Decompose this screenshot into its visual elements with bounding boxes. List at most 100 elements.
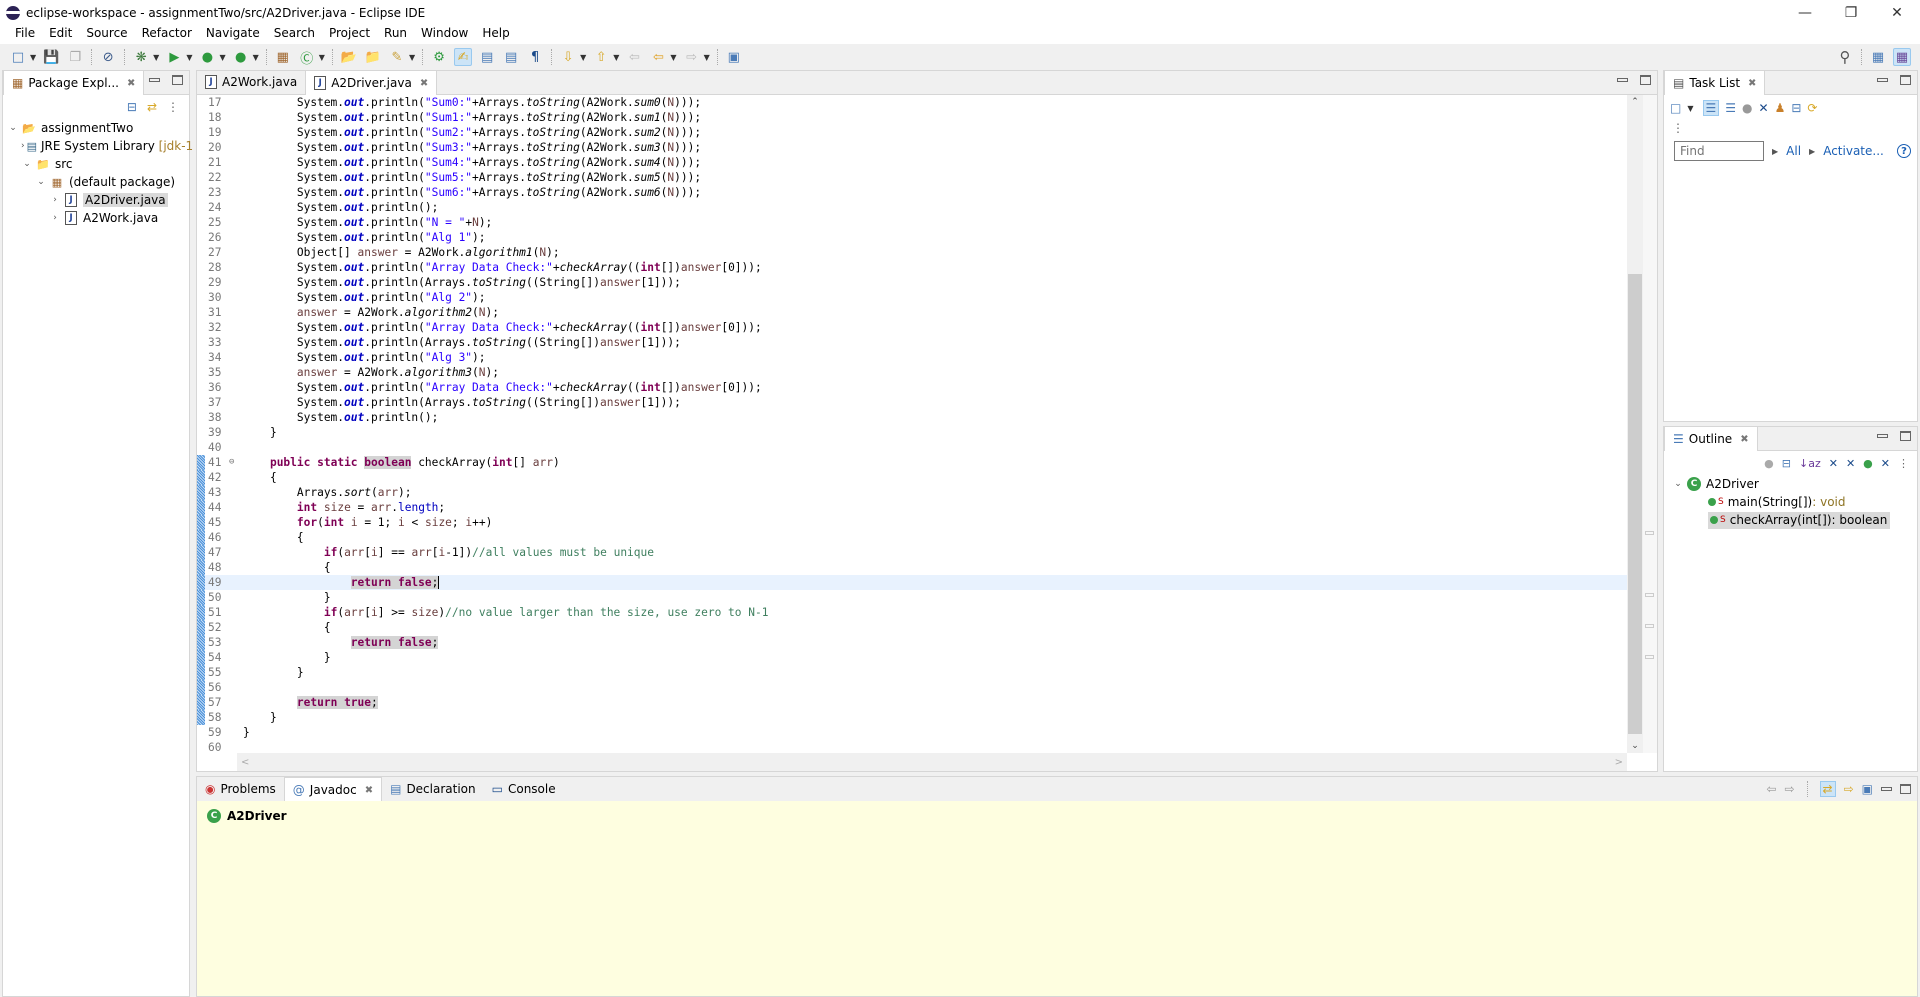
code-text[interactable]: return true; [239, 695, 378, 710]
save-icon[interactable]: 💾 [42, 48, 60, 66]
synchronize-icon[interactable]: ● [1742, 101, 1752, 115]
new-java-class-icon[interactable]: Ⓒ [298, 48, 316, 67]
open-perspective-icon[interactable]: ▦ [1869, 48, 1887, 66]
code-line[interactable]: 58 } [197, 710, 1627, 725]
save-all-icon[interactable]: ❐ [66, 48, 84, 66]
scroll-right-icon[interactable]: > [1615, 757, 1623, 768]
code-line[interactable]: 49 return false; [197, 575, 1627, 590]
code-line[interactable]: 39 } [197, 425, 1627, 440]
code-editor[interactable]: 17 System.out.println("Sum0:"+Arrays.toS… [197, 95, 1627, 753]
prev-annotation-dropdown[interactable]: ▼ [613, 53, 619, 62]
tab-task-list[interactable]: ▤ Task List ✖ [1664, 70, 1766, 95]
mark-occurrences-icon[interactable]: ✍ [454, 48, 473, 66]
fold-collapse-icon[interactable]: ⊖ [229, 455, 239, 470]
tree-item-a2work[interactable]: › J A2Work.java [3, 209, 189, 227]
code-text[interactable] [239, 680, 243, 695]
code-line[interactable]: 59} [197, 725, 1627, 740]
tab-problems[interactable]: ◉ Problems [197, 777, 284, 801]
maximize-view-button[interactable] [1900, 75, 1911, 85]
run-external-tools-icon[interactable]: ● [232, 48, 250, 66]
back-icon[interactable]: ⇦ [1766, 782, 1776, 796]
tab-a2driver[interactable]: J A2Driver.java ✖ [305, 70, 438, 95]
code-text[interactable]: } [239, 590, 331, 605]
code-text[interactable]: System.out.println(); [239, 410, 438, 425]
tab-console[interactable]: ▭ Console [484, 777, 564, 801]
back-dropdown[interactable]: ▼ [670, 53, 676, 62]
hide-completed-icon[interactable]: ✕ [1759, 101, 1769, 115]
collapse-all-icon[interactable]: ⊟ [1782, 457, 1791, 470]
code-line[interactable]: 24 System.out.println(); [197, 200, 1627, 215]
menu-search[interactable]: Search [267, 26, 322, 40]
code-line[interactable]: 29 System.out.println(Arrays.toString((S… [197, 275, 1627, 290]
run-dropdown[interactable]: ▼ [186, 53, 192, 62]
code-line[interactable]: 38 System.out.println(); [197, 410, 1627, 425]
scroll-up-icon[interactable]: ⌃ [1627, 97, 1643, 107]
scrollbar-thumb[interactable] [1628, 274, 1642, 734]
menu-file[interactable]: File [8, 26, 42, 40]
code-text[interactable]: { [239, 560, 331, 575]
minimize-view-button[interactable] [1877, 434, 1888, 438]
collapse-all-icon[interactable]: ⊟ [1791, 101, 1801, 115]
code-line[interactable]: 27 Object[] answer = A2Work.algorithm1(N… [197, 245, 1627, 260]
java-perspective-icon[interactable]: ▦ [1893, 48, 1911, 66]
maximize-view-button[interactable] [1900, 431, 1911, 441]
back-icon[interactable]: ⇦ [649, 48, 667, 66]
scroll-left-icon[interactable]: < [241, 757, 249, 768]
close-icon[interactable]: ✖ [365, 785, 373, 796]
pin-editor-icon[interactable]: ▣ [725, 48, 743, 66]
open-input-icon[interactable]: ⇨ [1844, 782, 1854, 796]
code-text[interactable]: if(arr[i] == arr[i-1])//all values must … [239, 545, 654, 560]
menu-navigate[interactable]: Navigate [199, 26, 267, 40]
code-text[interactable]: { [239, 470, 277, 485]
code-line[interactable]: 40 [197, 440, 1627, 455]
new-task-icon[interactable]: □ [1670, 101, 1681, 115]
maximize-view-button[interactable] [172, 75, 183, 85]
code-text[interactable]: answer = A2Work.algorithm3(N); [239, 365, 499, 380]
code-text[interactable]: System.out.println("Alg 3"); [239, 350, 486, 365]
code-line[interactable]: 21 System.out.println("Sum4:"+Arrays.toS… [197, 155, 1627, 170]
view-menu-icon[interactable]: ⋮ [1664, 121, 1917, 137]
menu-help[interactable]: Help [475, 26, 516, 40]
coverage-icon[interactable]: ● [198, 48, 216, 66]
code-text[interactable]: System.out.println("N = "+N); [239, 215, 492, 230]
code-line[interactable]: 47 if(arr[i] == arr[i-1])//all values mu… [197, 545, 1627, 560]
code-line[interactable]: 25 System.out.println("N = "+N); [197, 215, 1627, 230]
show-my-tasks-icon[interactable]: ♟ [1775, 101, 1786, 115]
scheduled-icon[interactable]: ☰ [1725, 101, 1736, 115]
horizontal-scrollbar[interactable]: < > [237, 753, 1627, 771]
code-line[interactable]: 46 { [197, 530, 1627, 545]
chevron-down-icon[interactable]: ⌄ [7, 123, 19, 133]
code-line[interactable]: 18 System.out.println("Sum1:"+Arrays.toS… [197, 110, 1627, 125]
link-with-editor-icon[interactable]: ⇄ [147, 100, 157, 114]
code-line[interactable]: 54 } [197, 650, 1627, 665]
hide-non-public-icon[interactable]: ● [1863, 457, 1873, 470]
code-line[interactable]: 17 System.out.println("Sum0:"+Arrays.toS… [197, 95, 1627, 110]
outline-method-checkarray[interactable]: S checkArray(int[]) : boolean [1664, 511, 1917, 529]
code-text[interactable]: System.out.println(); [239, 200, 438, 215]
new-icon[interactable]: □ [9, 48, 27, 66]
sort-icon[interactable]: ↓az [1799, 457, 1821, 470]
prev-annotation-icon[interactable]: ⇧ [592, 48, 610, 66]
code-text[interactable]: System.out.println("Array Data Check:"+c… [239, 260, 762, 275]
new-task-dropdown[interactable]: ▼ [1687, 104, 1693, 113]
code-line[interactable]: 34 System.out.println("Alg 3"); [197, 350, 1627, 365]
forward-icon[interactable]: ⇨ [683, 48, 701, 66]
code-line[interactable]: 33 System.out.println(Arrays.toString((S… [197, 335, 1627, 350]
chevron-right-icon[interactable]: › [21, 141, 25, 151]
code-line[interactable]: 23 System.out.println("Sum6:"+Arrays.toS… [197, 185, 1627, 200]
tab-outline[interactable]: ☰ Outline ✖ [1664, 426, 1758, 451]
code-text[interactable]: System.out.println("Sum6:"+Arrays.toStri… [239, 185, 701, 200]
search-flashlight-icon[interactable]: ✎ [388, 48, 406, 66]
tab-package-explorer[interactable]: ▦ Package Expl... ✖ [3, 70, 145, 95]
code-text[interactable]: System.out.println(Arrays.toString((Stri… [239, 275, 681, 290]
code-text[interactable]: } [239, 425, 277, 440]
tab-javadoc[interactable]: @ Javadoc ✖ [283, 777, 383, 802]
external-tools-dropdown[interactable]: ▼ [253, 53, 259, 62]
tree-item-src[interactable]: ⌄ 📁 src [3, 155, 189, 173]
code-line[interactable]: 35 answer = A2Work.algorithm3(N); [197, 365, 1627, 380]
chevron-down-icon[interactable]: ⌄ [35, 177, 47, 187]
coverage-dropdown[interactable]: ▼ [219, 53, 225, 62]
code-text[interactable]: System.out.println(Arrays.toString((Stri… [239, 395, 681, 410]
code-text[interactable]: System.out.println("Array Data Check:"+c… [239, 380, 762, 395]
code-text[interactable]: } [239, 665, 304, 680]
